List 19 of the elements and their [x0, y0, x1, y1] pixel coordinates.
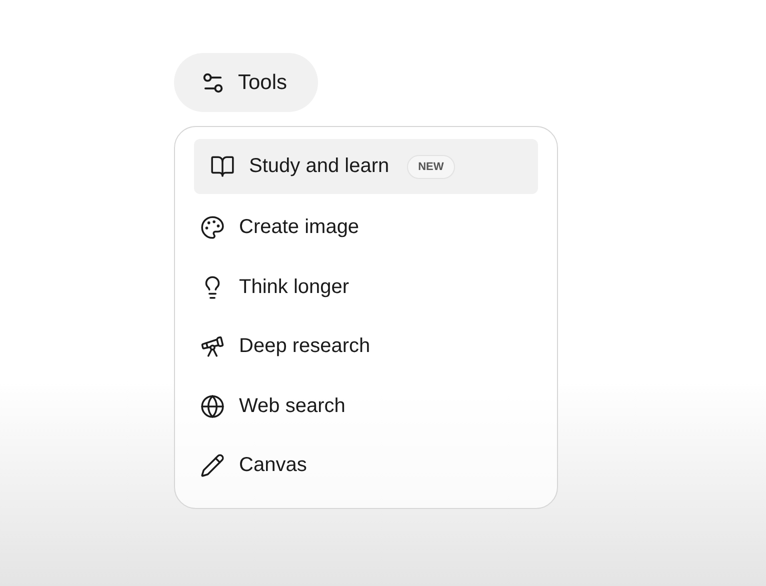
new-badge: NEW [407, 154, 455, 178]
telescope-icon [200, 334, 225, 360]
menu-item-label: Study and learn [249, 155, 390, 178]
book-icon [210, 154, 235, 179]
menu-item-label: Canvas [239, 454, 307, 478]
palette-icon [200, 215, 225, 240]
pencil-icon [200, 453, 225, 478]
menu-item-label: Create image [239, 216, 360, 240]
menu-item[interactable]: Create image [194, 198, 538, 258]
menu-item[interactable]: Web search [194, 376, 538, 436]
menu-item[interactable]: Study and learn NEW [194, 139, 538, 194]
menu-item[interactable]: Deep research [194, 317, 538, 376]
menu-item-label: Think longer [239, 276, 350, 299]
menu-item-label: Web search [239, 394, 346, 418]
menu-item-label: Deep research [239, 335, 370, 358]
menu-item[interactable]: Canvas [194, 436, 538, 496]
menu-item[interactable]: Think longer [194, 258, 538, 317]
globe-icon [200, 394, 225, 419]
tools-button[interactable]: Tools [174, 53, 318, 112]
